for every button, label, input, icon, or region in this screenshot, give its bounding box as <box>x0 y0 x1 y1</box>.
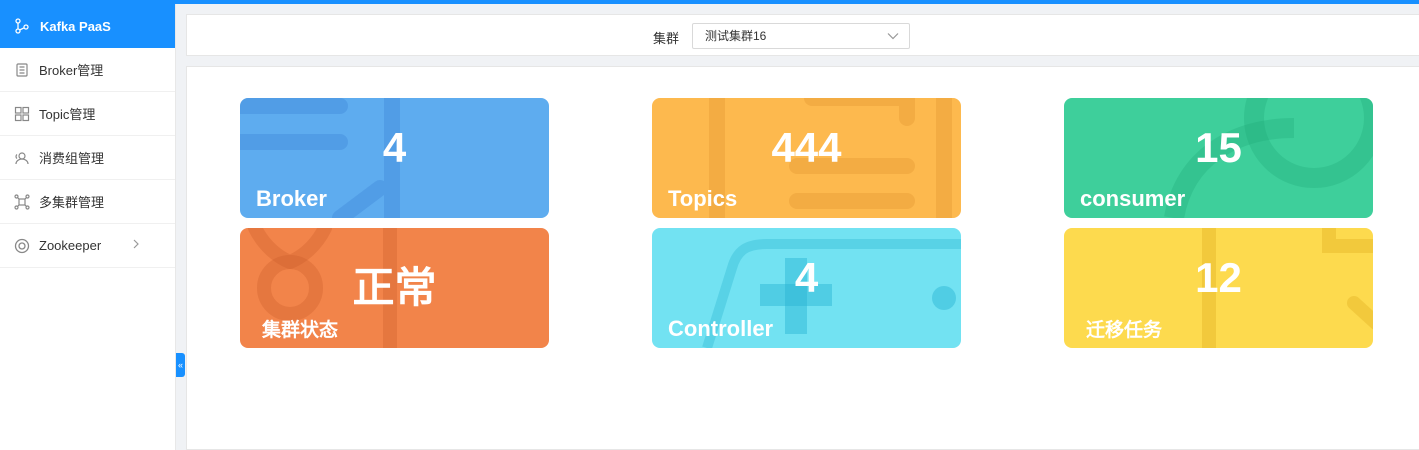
stat-value: 12 <box>1195 254 1242 301</box>
sidebar-item-consumer-group[interactable]: 消费组管理 <box>0 136 175 180</box>
sidebar-item-label: Zookeeper <box>39 238 102 253</box>
sidebar-brand[interactable]: Kafka PaaS <box>0 4 175 48</box>
stat-value: 444 <box>771 124 842 171</box>
stat-card-broker[interactable]: 4 Broker <box>240 98 549 218</box>
stat-value: 4 <box>794 254 819 301</box>
cluster-select-value: 测试集群16 <box>705 29 767 43</box>
dashboard-content: 4 Broker 444 Topics 15 consumer 正常 集群状态 … <box>186 66 1419 450</box>
stat-label: Topics <box>668 186 738 211</box>
grid-icon <box>14 106 30 121</box>
stat-card-cluster-status[interactable]: 正常 集群状态 <box>240 228 549 348</box>
cluster-icon <box>14 193 30 210</box>
stat-card-migration-tasks[interactable]: 12 迁移任务 <box>1064 228 1373 348</box>
stat-card-consumer[interactable]: 15 consumer <box>1064 98 1373 218</box>
stat-card-topics[interactable]: 444 Topics <box>652 98 961 218</box>
brand-title: Kafka PaaS <box>40 18 111 34</box>
stat-label: 集群状态 <box>262 320 339 341</box>
sidebar-item-broker[interactable]: Broker管理 <box>0 48 175 92</box>
sidebar-collapse-button[interactable]: « <box>176 353 185 377</box>
chevron-down-icon <box>887 33 899 40</box>
sidebar: Kafka PaaS Broker管理 Topic管理 消费组管理 多集群管理 <box>0 4 176 450</box>
stat-label: consumer <box>1080 186 1186 211</box>
stat-value: 4 <box>382 124 407 171</box>
top-accent-bar <box>0 0 1419 4</box>
sidebar-item-label: 多集群管理 <box>39 195 105 210</box>
sidebar-item-zookeeper[interactable]: Zookeeper <box>0 224 175 268</box>
cluster-select[interactable]: 测试集群16 <box>692 23 910 49</box>
stat-label: Broker <box>256 186 327 211</box>
lifebuoy-icon <box>14 238 30 253</box>
cluster-label: 集群 <box>653 31 680 46</box>
chevron-right-icon <box>133 239 139 249</box>
cluster-header: 集群 测试集群16 <box>186 14 1419 56</box>
stat-label: 迁移任务 <box>1086 320 1163 341</box>
stat-label: Controller <box>668 316 774 341</box>
sidebar-item-label: Broker管理 <box>39 63 104 78</box>
server-icon <box>16 62 28 77</box>
users-icon <box>15 151 29 164</box>
sidebar-item-label: 消费组管理 <box>39 151 105 166</box>
stat-value: 15 <box>1195 124 1242 171</box>
nodes-icon <box>15 18 29 34</box>
stat-value: 正常 <box>352 264 437 311</box>
sidebar-item-topic[interactable]: Topic管理 <box>0 92 175 136</box>
sidebar-item-multi-cluster[interactable]: 多集群管理 <box>0 180 175 224</box>
sidebar-item-label: Topic管理 <box>39 107 96 122</box>
stat-card-controller[interactable]: 4 Controller <box>652 228 961 348</box>
